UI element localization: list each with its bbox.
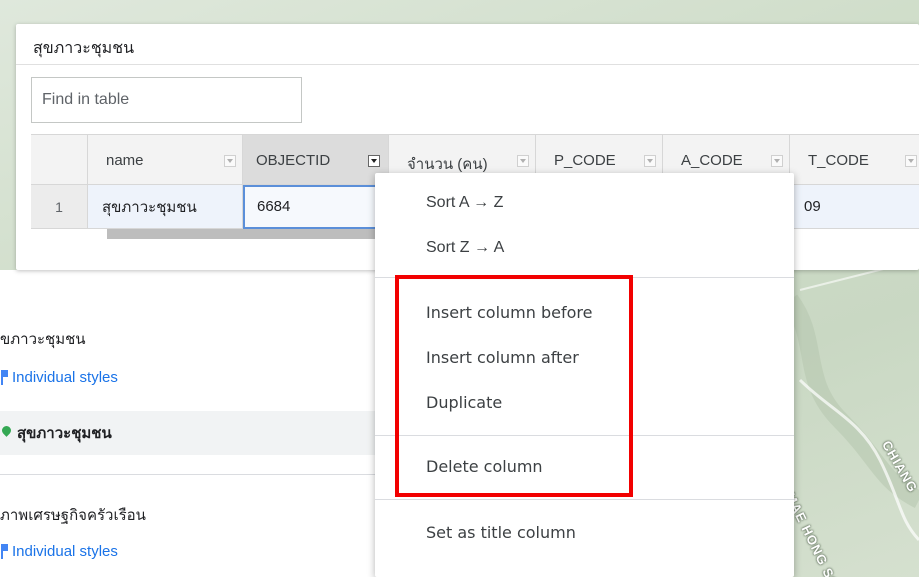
title-divider xyxy=(16,64,919,65)
menu-item-sort-z-a[interactable]: Sort Z → A xyxy=(426,237,504,257)
menu-divider xyxy=(375,435,794,436)
menu-divider xyxy=(375,499,794,500)
menu-item-insert-column-before[interactable]: Insert column before xyxy=(426,303,592,322)
individual-styles-label: Individual styles xyxy=(12,369,118,386)
menu-item-delete-column[interactable]: Delete column xyxy=(426,457,543,476)
paint-roller-icon xyxy=(0,544,8,559)
column-header-name[interactable]: name xyxy=(88,135,243,185)
layer-title[interactable]: ภาพเศรษฐกิจครัวเรือน xyxy=(0,503,146,527)
column-menu-icon[interactable] xyxy=(224,155,236,167)
column-header-label: name xyxy=(106,152,144,169)
menu-item-label: Insert column after xyxy=(426,348,579,367)
sublayer-label: สุขภาวะชุมชน xyxy=(17,424,112,442)
column-header-t-code[interactable]: T_CODE xyxy=(790,135,919,185)
column-header-label: A_CODE xyxy=(681,152,743,169)
column-header-objectid[interactable]: OBJECTID xyxy=(243,135,389,185)
layer-divider xyxy=(0,474,426,475)
column-menu-icon[interactable] xyxy=(368,155,380,167)
menu-item-label: Sort A → Z xyxy=(426,194,504,211)
menu-item-label: Sort Z → A xyxy=(426,239,505,256)
column-header-label: OBJECTID xyxy=(256,152,331,169)
menu-item-label: Duplicate xyxy=(426,393,503,412)
column-menu-icon[interactable] xyxy=(517,155,529,167)
map-pin-icon xyxy=(2,426,11,440)
menu-item-sort-a-z[interactable]: Sort A → Z xyxy=(426,192,503,212)
sublayer-item[interactable]: สุขภาวะชุมชน xyxy=(0,411,426,455)
selected-table-cell[interactable]: 6684 xyxy=(243,185,389,229)
individual-styles-link[interactable]: Individual styles xyxy=(0,369,118,386)
menu-item-set-as-title-column[interactable]: Set as title column xyxy=(426,523,576,542)
row-number-header xyxy=(31,135,88,185)
table-title: สุขภาวะชุมชน xyxy=(33,38,135,57)
individual-styles-link[interactable]: Individual styles xyxy=(0,543,118,560)
menu-item-label: Delete column xyxy=(426,457,543,476)
column-menu-icon[interactable] xyxy=(771,155,783,167)
column-header-label: P_CODE xyxy=(554,152,616,169)
find-in-table-input[interactable] xyxy=(31,77,302,123)
row-number[interactable]: 1 xyxy=(31,185,88,229)
layer-title[interactable]: ขภาวะชุมชน xyxy=(0,327,86,351)
menu-divider xyxy=(375,277,794,278)
horizontal-scrollbar[interactable] xyxy=(107,229,417,239)
individual-styles-label: Individual styles xyxy=(12,543,118,560)
menu-item-label: Insert column before xyxy=(426,303,593,322)
menu-item-duplicate[interactable]: Duplicate xyxy=(426,393,502,412)
layers-panel: ขภาวะชุมชน Individual styles สุขภาวะชุมช… xyxy=(0,270,426,577)
column-menu-icon[interactable] xyxy=(905,155,917,167)
column-menu-icon[interactable] xyxy=(644,155,656,167)
column-context-menu: Sort A → Z Sort Z → A Insert column befo… xyxy=(375,173,794,577)
table-cell[interactable]: 09 xyxy=(790,185,919,229)
column-header-label: T_CODE xyxy=(808,152,869,169)
paint-roller-icon xyxy=(0,370,8,385)
menu-item-insert-column-after[interactable]: Insert column after xyxy=(426,348,579,367)
table-cell[interactable]: สุขภาวะชุมชน xyxy=(88,185,243,229)
menu-item-label: Set as title column xyxy=(426,523,576,542)
